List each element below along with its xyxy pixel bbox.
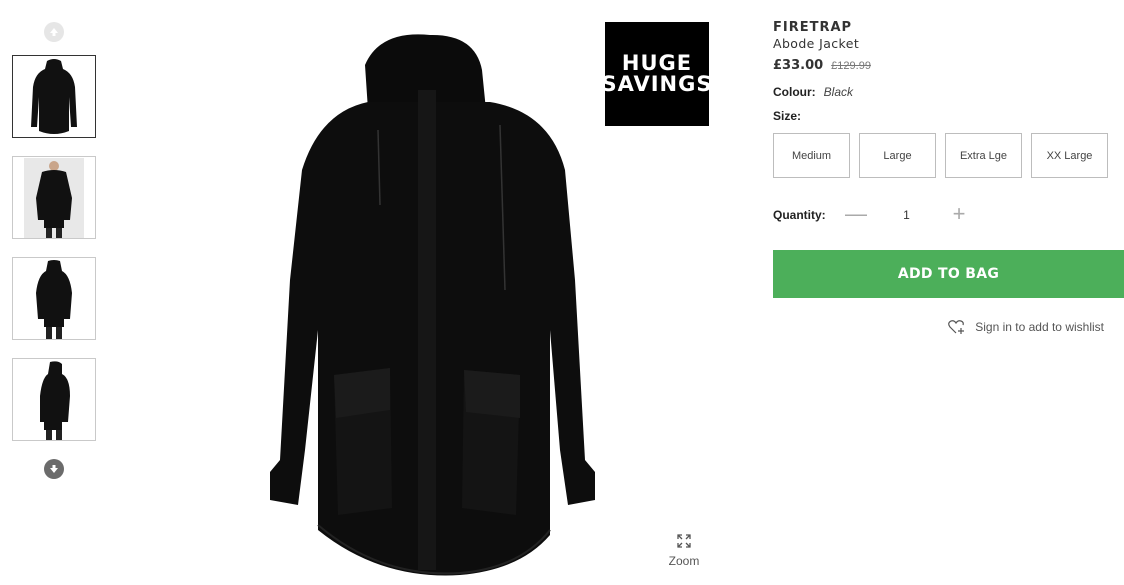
thumbnail-model-front[interactable] xyxy=(12,156,96,239)
size-medium-button[interactable]: Medium xyxy=(773,133,850,178)
product-info: FIRETRAP Abode Jacket £33.00 £129.99 Col… xyxy=(773,20,1124,335)
product-name: Abode Jacket xyxy=(773,36,860,51)
main-product-image[interactable] xyxy=(250,30,610,578)
colour-label: Colour: xyxy=(773,85,816,99)
badge-line-1: HUGE xyxy=(621,51,693,75)
colour-row: Colour: Black xyxy=(773,85,1124,99)
zoom-label: Zoom xyxy=(668,554,700,568)
add-to-bag-button[interactable]: ADD TO BAG xyxy=(773,250,1124,298)
quantity-value[interactable]: 1 xyxy=(863,208,950,222)
wishlist-label: Sign in to add to wishlist xyxy=(975,320,1104,334)
thumbnail-model-side[interactable] xyxy=(12,358,96,441)
arrow-up-icon[interactable] xyxy=(44,22,64,42)
current-price: £33.00 xyxy=(773,58,824,73)
size-extra-lge-button[interactable]: Extra Lge xyxy=(945,133,1022,178)
quantity-label: Quantity: xyxy=(773,208,826,222)
colour-value: Black xyxy=(823,85,853,99)
size-large-button[interactable]: Large xyxy=(859,133,936,178)
price-row: £33.00 £129.99 xyxy=(773,58,1124,73)
thumbnail-gallery xyxy=(12,22,96,479)
heart-plus-icon xyxy=(948,320,965,334)
quantity-plus-icon[interactable]: + xyxy=(950,203,968,225)
product-brand[interactable]: FIRETRAP xyxy=(773,20,1124,36)
arrow-down-icon[interactable] xyxy=(44,459,64,479)
quantity-minus-icon[interactable]: — xyxy=(845,203,867,225)
huge-savings-badge: HUGE SAVINGS xyxy=(602,22,711,126)
thumbnail-model-back[interactable] xyxy=(12,257,96,340)
badge-line-2: SAVINGS xyxy=(601,72,713,96)
quantity-row: Quantity: — 1 + xyxy=(773,203,1124,225)
was-price: £129.99 xyxy=(831,60,871,72)
expand-icon xyxy=(677,534,691,548)
wishlist-link[interactable]: Sign in to add to wishlist xyxy=(773,319,1124,335)
size-xx-large-button[interactable]: XX Large xyxy=(1031,133,1108,178)
zoom-button[interactable]: Zoom xyxy=(664,533,704,568)
size-options: Medium Large Extra Lge XX Large xyxy=(773,133,1124,178)
size-label: Size: xyxy=(773,109,802,123)
thumbnail-jacket-front[interactable] xyxy=(12,55,96,138)
